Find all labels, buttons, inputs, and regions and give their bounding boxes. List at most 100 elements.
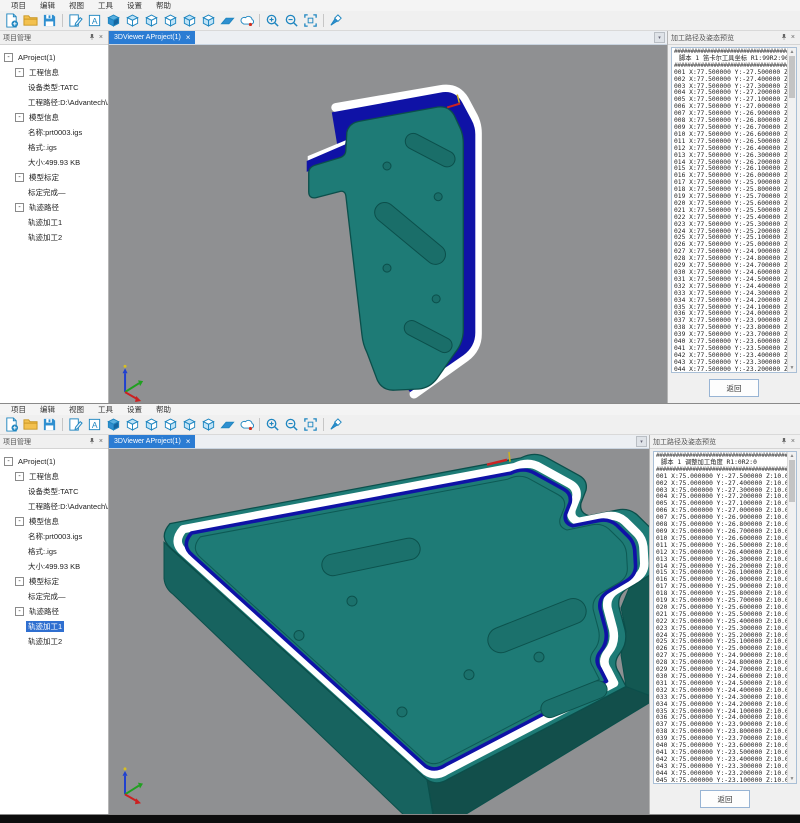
tab-close-icon[interactable]: × (186, 438, 191, 446)
tree-item[interactable]: 标定完成— (0, 185, 108, 200)
tree-item[interactable]: 名称:prt0003.igs (0, 529, 108, 544)
view-iso-icon[interactable] (123, 12, 142, 29)
close-icon[interactable]: × (97, 438, 105, 445)
expander-icon[interactable]: - (15, 472, 24, 481)
tab-close-icon[interactable]: × (186, 34, 191, 42)
tree-item[interactable]: 设备类型:TATC (0, 80, 108, 95)
tree-item[interactable]: -轨迹路径 (0, 604, 108, 619)
menu-tools[interactable]: 工具 (91, 404, 120, 415)
close-icon[interactable]: × (789, 34, 797, 41)
tree-item[interactable]: -模型标定 (0, 170, 108, 185)
view-shaded-icon[interactable] (104, 12, 123, 29)
pin-icon[interactable] (87, 33, 97, 43)
tree-item[interactable]: 轨迹加工2 (0, 634, 108, 649)
expander-icon[interactable]: - (15, 113, 24, 122)
pin-icon[interactable] (779, 33, 789, 43)
expander-icon[interactable]: - (4, 457, 13, 466)
view-top-icon[interactable] (180, 416, 199, 433)
tree-item[interactable]: -工程信息 (0, 65, 108, 80)
tree-item[interactable]: 名称:prt0003.igs (0, 125, 108, 140)
render-style-icon[interactable] (237, 12, 256, 29)
menu-tools[interactable]: 工具 (91, 0, 120, 11)
edit-model-icon[interactable] (66, 12, 85, 29)
tab-list-button[interactable]: ▾ (654, 32, 665, 43)
tree-item[interactable]: -工程信息 (0, 469, 108, 484)
scroll-up-icon[interactable]: ▲ (788, 452, 796, 460)
menu-help[interactable]: 帮助 (149, 404, 178, 415)
clear-scene-icon[interactable] (327, 12, 346, 29)
view-bottom-icon[interactable] (199, 416, 218, 433)
expander-icon[interactable]: - (15, 173, 24, 182)
clear-scene-icon[interactable] (327, 416, 346, 433)
new-file-icon[interactable] (2, 416, 21, 433)
tree-item[interactable]: 大小:499.93 KB (0, 155, 108, 170)
tab-3dviewer[interactable]: 3DViewer AProject(1) × (109, 435, 195, 448)
pin-icon[interactable] (87, 437, 97, 447)
zoom-in-icon[interactable] (263, 12, 282, 29)
menu-view[interactable]: 视图 (62, 0, 91, 11)
tree-item[interactable]: -模型信息 (0, 514, 108, 529)
view-plane-icon[interactable] (218, 12, 237, 29)
tree-item[interactable]: 大小:499.93 KB (0, 559, 108, 574)
menu-project[interactable]: 项目 (4, 404, 33, 415)
tree-item[interactable]: 设备类型:TATC (0, 484, 108, 499)
scroll-thumb[interactable] (789, 56, 795, 98)
save-icon[interactable] (40, 12, 59, 29)
tree-item[interactable]: 轨迹加工1 (0, 619, 108, 634)
view-right-icon[interactable] (161, 12, 180, 29)
expander-icon[interactable]: - (15, 68, 24, 77)
tree-item[interactable]: -模型标定 (0, 574, 108, 589)
fit-view-icon[interactable] (301, 12, 320, 29)
menu-edit[interactable]: 编辑 (33, 404, 62, 415)
view-shaded-icon[interactable] (104, 416, 123, 433)
view-left-icon[interactable] (142, 12, 161, 29)
tree-item[interactable]: 轨迹加工2 (0, 230, 108, 245)
expander-icon[interactable]: - (15, 203, 24, 212)
list-scrollbar[interactable]: ▲ ▼ (787, 452, 796, 783)
menu-project[interactable]: 项目 (4, 0, 33, 11)
view-front-icon[interactable]: A (85, 12, 104, 29)
expander-icon[interactable]: - (15, 517, 24, 526)
tree-item[interactable]: 标定完成— (0, 589, 108, 604)
tree-item[interactable]: 格式:.igs (0, 544, 108, 559)
save-icon[interactable] (40, 416, 59, 433)
open-folder-icon[interactable] (21, 12, 40, 29)
zoom-in-icon[interactable] (263, 416, 282, 433)
expander-icon[interactable]: - (15, 577, 24, 586)
tree-item[interactable]: -AProject(1) (0, 454, 108, 469)
menu-view[interactable]: 视图 (62, 404, 91, 415)
view-iso-icon[interactable] (123, 416, 142, 433)
view-bottom-icon[interactable] (199, 12, 218, 29)
edit-model-icon[interactable] (66, 416, 85, 433)
zoom-out-icon[interactable] (282, 416, 301, 433)
tree-item[interactable]: 工程路径:D:\Advantech\AST (0, 499, 108, 514)
close-icon[interactable]: × (97, 34, 105, 41)
zoom-out-icon[interactable] (282, 12, 301, 29)
new-file-icon[interactable] (2, 12, 21, 29)
menu-settings[interactable]: 设置 (120, 404, 149, 415)
menu-help[interactable]: 帮助 (149, 0, 178, 11)
viewport-3d-iso[interactable] (109, 449, 649, 814)
viewport-3d-front[interactable] (109, 45, 667, 403)
menu-edit[interactable]: 编辑 (33, 0, 62, 11)
back-button[interactable]: 返回 (700, 790, 750, 808)
back-button[interactable]: 返回 (709, 379, 759, 397)
expander-icon[interactable]: - (15, 607, 24, 616)
scroll-up-icon[interactable]: ▲ (788, 48, 796, 56)
tree-item[interactable]: -AProject(1) (0, 50, 108, 65)
tree-item[interactable]: 格式:.igs (0, 140, 108, 155)
scroll-down-icon[interactable]: ▼ (788, 775, 796, 783)
tab-3dviewer[interactable]: 3DViewer AProject(1) × (109, 31, 195, 44)
view-top-icon[interactable] (180, 12, 199, 29)
view-right-icon[interactable] (161, 416, 180, 433)
menu-settings[interactable]: 设置 (120, 0, 149, 11)
tree-item[interactable]: 轨迹加工1 (0, 215, 108, 230)
fit-view-icon[interactable] (301, 416, 320, 433)
scroll-down-icon[interactable]: ▼ (788, 364, 796, 372)
view-plane-icon[interactable] (218, 416, 237, 433)
open-folder-icon[interactable] (21, 416, 40, 433)
close-icon[interactable]: × (789, 438, 797, 445)
scroll-thumb[interactable] (789, 460, 795, 502)
list-scrollbar[interactable]: ▲ ▼ (787, 48, 796, 372)
view-front-icon[interactable]: A (85, 416, 104, 433)
